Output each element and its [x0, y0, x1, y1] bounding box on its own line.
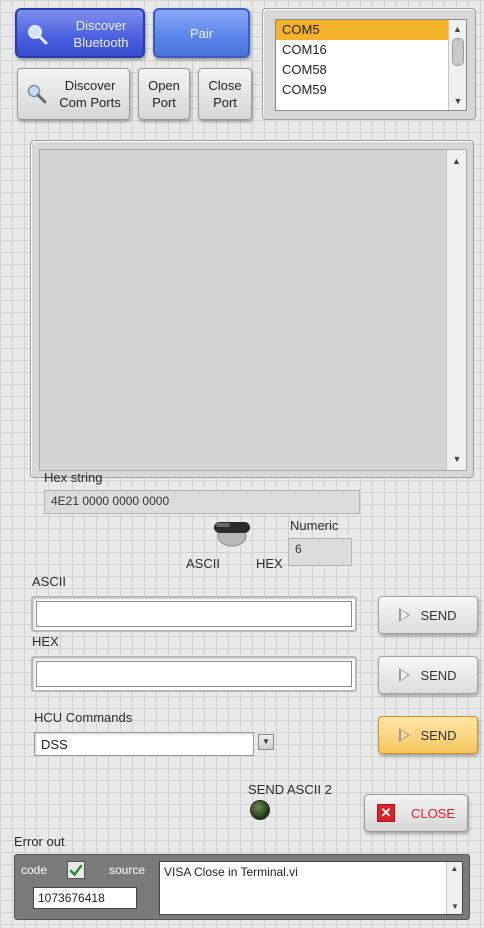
hex-send-button[interactable]: SEND — [378, 656, 478, 694]
send-ascii-2-led — [250, 800, 270, 820]
error-source-label: source — [109, 863, 146, 877]
list-item-com5[interactable]: COM5 — [276, 20, 448, 40]
play-icon — [399, 728, 411, 742]
error-out-label: Error out — [14, 834, 65, 849]
discover-com-ports-button[interactable]: Discover Com Ports — [17, 68, 130, 120]
play-icon — [399, 608, 411, 622]
scroll-down-icon[interactable]: ▼ — [447, 452, 467, 466]
hcu-send-button[interactable]: SEND — [378, 716, 478, 754]
close-label: CLOSE — [410, 805, 456, 821]
close-button[interactable]: ✕ CLOSE — [364, 794, 468, 832]
ascii-send-label: SEND — [420, 607, 457, 623]
scroll-up-icon[interactable]: ▲ — [447, 862, 462, 876]
hcu-commands-dropdown[interactable]: DSS — [34, 732, 254, 756]
search-icon — [27, 24, 49, 49]
discover-bluetooth-label: Discover Bluetooth — [73, 18, 129, 50]
hcu-commands-label: HCU Commands — [34, 710, 133, 725]
discover-bluetooth-button[interactable]: Discover Bluetooth — [15, 8, 145, 58]
checkmark-icon — [67, 861, 85, 879]
error-code-value: 1073676418 — [33, 887, 137, 909]
scroll-up-icon[interactable]: ▲ — [447, 154, 466, 168]
ascii-input[interactable] — [31, 596, 357, 632]
hcu-send-label: SEND — [420, 727, 457, 743]
scroll-down-icon[interactable]: ▼ — [447, 900, 463, 914]
close-icon: ✕ — [376, 804, 395, 822]
error-source-scrollbar[interactable]: ▲ ▼ — [446, 862, 462, 914]
hcu-commands-value: DSS — [41, 737, 68, 752]
play-icon — [399, 668, 411, 682]
hex-send-label: SEND — [420, 667, 457, 683]
ascii-input-field[interactable] — [36, 601, 352, 627]
send-ascii-2-label: SEND ASCII 2 — [248, 782, 332, 797]
list-item-com16[interactable]: COM16 — [276, 40, 448, 60]
error-source-field: VISA Close in Terminal.vi ▲ ▼ — [159, 861, 463, 915]
close-port-button[interactable]: Close Port — [198, 68, 252, 120]
error-out-cluster: code source 1073676418 VISA Close in Ter… — [14, 854, 470, 920]
com-port-list-frame: COM5 COM16 COM58 COM59 ▲ ▼ — [262, 8, 476, 120]
hex-input-label: HEX — [32, 634, 59, 649]
terminal-output[interactable]: ▲ ▼ — [39, 149, 467, 471]
hex-mode-label: HEX — [256, 556, 283, 571]
numeric-display: 6 — [288, 538, 352, 566]
hex-input-field[interactable] — [36, 661, 352, 687]
discover-com-ports-label: Discover Com Ports — [59, 78, 121, 110]
terminal-frame: ▲ ▼ — [30, 140, 474, 478]
scroll-thumb[interactable] — [451, 38, 464, 66]
com-list-scrollbar[interactable]: ▲ ▼ — [448, 20, 466, 110]
pair-button[interactable]: Pair — [153, 8, 250, 58]
scroll-down-icon[interactable]: ▼ — [449, 94, 466, 108]
dropdown-arrow-icon[interactable]: ▼ — [258, 734, 274, 750]
hex-string-display: 4E21 0000 0000 0000 — [44, 490, 360, 514]
ascii-send-button[interactable]: SEND — [378, 596, 478, 634]
open-port-button[interactable]: Open Port — [138, 68, 190, 120]
list-item-com59[interactable]: COM59 — [276, 80, 448, 100]
terminal-scrollbar[interactable]: ▲ ▼ — [446, 150, 466, 470]
com-port-list[interactable]: COM5 COM16 COM58 COM59 ▲ ▼ — [275, 19, 467, 111]
ascii-hex-toggle-switch[interactable] — [210, 516, 256, 548]
ascii-input-label: ASCII — [32, 574, 66, 589]
numeric-label: Numeric — [290, 518, 339, 533]
hex-input[interactable] — [31, 656, 357, 692]
ascii-mode-label: ASCII — [186, 556, 220, 571]
close-port-label: Close Port — [208, 78, 242, 110]
list-item-com58[interactable]: COM58 — [276, 60, 448, 80]
pair-label: Pair — [189, 25, 214, 41]
error-code-label: code — [21, 863, 48, 877]
open-port-label: Open Port — [148, 78, 180, 110]
hex-string-label: Hex string — [44, 470, 103, 485]
error-source-value: VISA Close in Terminal.vi — [164, 865, 298, 879]
search-icon — [27, 84, 47, 107]
scroll-up-icon[interactable]: ▲ — [449, 22, 466, 36]
